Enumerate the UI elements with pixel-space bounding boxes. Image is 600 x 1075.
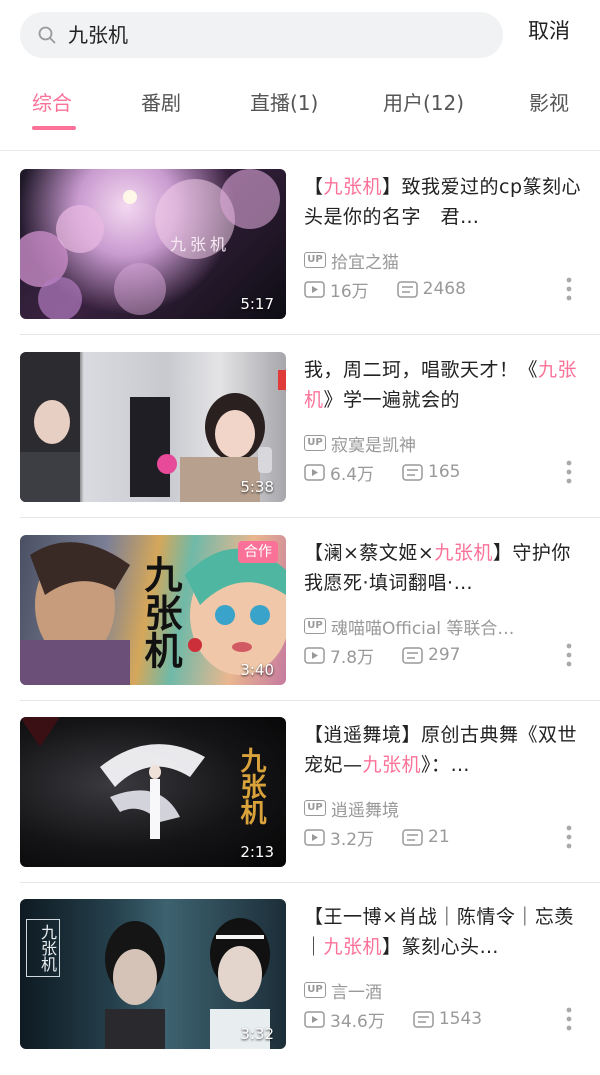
danmaku-count: 2468	[422, 279, 466, 299]
video-duration: 2:13	[240, 843, 274, 861]
search-icon	[38, 26, 56, 44]
uploader-name: 寂寞是凯神	[331, 435, 416, 456]
video-thumbnail[interactable]: 九张机 合作 3:40	[20, 535, 286, 685]
play-count-icon	[304, 463, 325, 481]
view-count: 3.2万	[330, 829, 375, 850]
play-count-icon	[304, 828, 325, 846]
video-stats: 16万 2468	[304, 278, 466, 302]
uploader-row[interactable]: UP 魂喵喵Official 等联合…	[304, 615, 515, 639]
collab-badge: 合作	[238, 541, 278, 563]
play-count-icon	[304, 1010, 325, 1028]
video-stats: 7.8万 297	[304, 644, 461, 668]
search-bar[interactable]: 九张机	[20, 12, 503, 58]
uploader-row[interactable]: UP 逍遥舞境	[304, 797, 399, 821]
video-stats: 3.2万 21	[304, 826, 450, 850]
video-title[interactable]: 【九张机】致我爱过的cp篆刻心头是你的名字 君…	[304, 172, 586, 234]
danmaku-count: 1543	[438, 1009, 483, 1029]
more-options-icon[interactable]	[565, 1006, 573, 1032]
tab-all[interactable]: 综合	[32, 88, 72, 118]
view-count: 34.6万	[330, 1011, 385, 1032]
search-input[interactable]: 九张机	[68, 22, 128, 48]
video-stats: 34.6万 1543	[304, 1008, 483, 1032]
uploader-name: 逍遥舞境	[331, 800, 399, 821]
thumbnail-caption: 九张机	[26, 919, 60, 977]
more-options-icon[interactable]	[565, 276, 573, 302]
video-title[interactable]: 我，周二珂，唱歌天才！《九张机》学一遍就会的	[304, 355, 586, 417]
video-title[interactable]: 【王一博×肖战｜陈情令｜忘羡｜九张机】篆刻心头…	[304, 902, 586, 964]
thumbnail-caption: 九张机	[236, 747, 266, 825]
video-card[interactable]: 5:38 我，周二珂，唱歌天才！《九张机》学一遍就会的 UP 寂寞是凯神 6.4…	[0, 335, 600, 518]
up-badge-icon: UP	[304, 435, 326, 451]
danmaku-count: 165	[428, 462, 461, 482]
thumbnail-caption: 九张机	[138, 555, 183, 669]
uploader-name: 拾宜之猫	[331, 252, 399, 273]
danmaku-count: 297	[428, 645, 461, 665]
up-badge-icon: UP	[304, 618, 326, 634]
cancel-button[interactable]: 取消	[528, 18, 570, 44]
uploader-name: 言一酒	[331, 982, 382, 1003]
uploader-row[interactable]: UP 拾宜之猫	[304, 249, 399, 273]
danmaku-icon	[396, 280, 418, 298]
video-thumbnail[interactable]: 九张机 5:17	[20, 169, 286, 319]
video-thumbnail[interactable]: 5:38	[20, 352, 286, 502]
video-duration: 5:38	[240, 478, 274, 496]
more-options-icon[interactable]	[565, 642, 573, 668]
play-count-icon	[304, 646, 325, 664]
video-thumbnail[interactable]: 九张机 2:13	[20, 717, 286, 867]
view-count: 7.8万	[330, 647, 375, 668]
up-badge-icon: UP	[304, 800, 326, 816]
tab-live[interactable]: 直播(1)	[250, 88, 318, 118]
more-options-icon[interactable]	[565, 824, 573, 850]
uploader-name: 魂喵喵Official 等联合…	[331, 618, 515, 639]
uploader-row[interactable]: UP 言一酒	[304, 979, 382, 1003]
video-duration: 5:17	[240, 295, 274, 313]
video-card[interactable]: 九张机 5:17 【九张机】致我爱过的cp篆刻心头是你的名字 君… UP 拾宜之…	[0, 152, 600, 335]
danmaku-icon	[402, 828, 423, 846]
play-count-icon	[304, 280, 325, 298]
video-stats: 6.4万 165	[304, 461, 461, 485]
video-card[interactable]: 九张机 3:32 【王一博×肖战｜陈情令｜忘羡｜九张机】篆刻心头… UP 言一酒…	[0, 882, 600, 1064]
up-badge-icon: UP	[304, 982, 326, 998]
video-title[interactable]: 【逍遥舞境】原创古典舞《双世宠妃—九张机》：…	[304, 720, 586, 782]
video-card[interactable]: 九张机 2:13 【逍遥舞境】原创古典舞《双世宠妃—九张机》：… UP 逍遥舞境…	[0, 700, 600, 883]
tab-users[interactable]: 用户(12)	[383, 88, 464, 118]
view-count: 16万	[330, 281, 369, 302]
view-count: 6.4万	[330, 464, 375, 485]
video-title[interactable]: 【澜×蔡文姬×九张机】守护你我愿死·填词翻唱·…	[304, 538, 586, 600]
danmaku-icon	[413, 1010, 434, 1028]
video-thumbnail[interactable]: 九张机 3:32	[20, 899, 286, 1049]
danmaku-count: 21	[428, 827, 450, 847]
more-options-icon[interactable]	[565, 459, 573, 485]
uploader-row[interactable]: UP 寂寞是凯神	[304, 432, 416, 456]
thumbnail-caption: 九张机	[170, 235, 231, 254]
tab-movies[interactable]: 影视	[529, 88, 569, 118]
tabs-divider	[0, 150, 600, 151]
video-card[interactable]: 九张机 合作 3:40 【澜×蔡文姬×九张机】守护你我愿死·填词翻唱·… UP …	[0, 518, 600, 701]
video-duration: 3:40	[240, 661, 274, 679]
tab-bangumi[interactable]: 番剧	[141, 88, 181, 118]
video-duration: 3:32	[240, 1025, 274, 1043]
active-tab-indicator	[32, 126, 76, 130]
danmaku-icon	[402, 646, 423, 664]
search-tabs: 综合 番剧 直播(1) 用户(12) 影视	[0, 88, 600, 132]
danmaku-icon	[402, 463, 423, 481]
up-badge-icon: UP	[304, 252, 326, 268]
